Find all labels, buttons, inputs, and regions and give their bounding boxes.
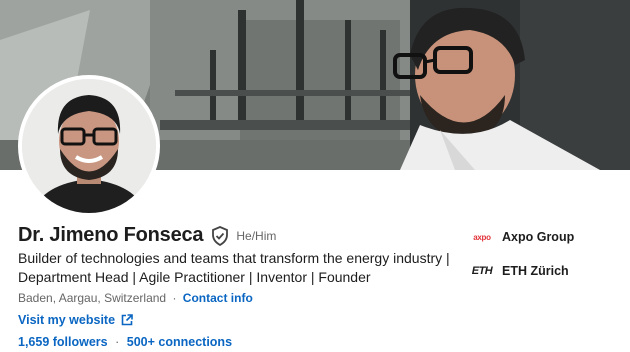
profile-photo[interactable] [18,75,160,217]
profile-headline: Builder of technologies and teams that t… [18,250,450,285]
name-row: Dr. Jimeno Fonseca He/Him [18,224,276,247]
website-row: Visit my website [18,313,133,327]
location: Baden, Aargau, Switzerland [18,291,167,305]
profile-photo-image [22,79,156,213]
connections-link[interactable]: 500+ connections [127,335,232,349]
eth-logo: ETH [471,265,493,277]
axpo-logo: axpo [473,232,491,242]
network-stats: 1,659 followers · 500+ connections [18,335,232,349]
separator: · [172,291,177,305]
contact-info-link[interactable]: Contact info [183,291,253,305]
website-link[interactable]: Visit my website [18,313,115,327]
company-name: Axpo Group [502,230,575,244]
separator: · [115,335,120,349]
current-company[interactable]: axpo Axpo Group [470,229,574,245]
education-institution[interactable]: ETH ETH Zürich [470,263,569,279]
external-link-icon[interactable] [121,314,133,326]
profile-name: Dr. Jimeno Fonseca [18,224,204,246]
followers-link[interactable]: 1,659 followers [18,335,108,349]
institution-name: ETH Zürich [502,264,569,278]
pronouns: He/Him [236,228,277,243]
verified-shield-icon[interactable] [211,225,229,246]
location-row: Baden, Aargau, Switzerland · Contact inf… [18,291,253,305]
